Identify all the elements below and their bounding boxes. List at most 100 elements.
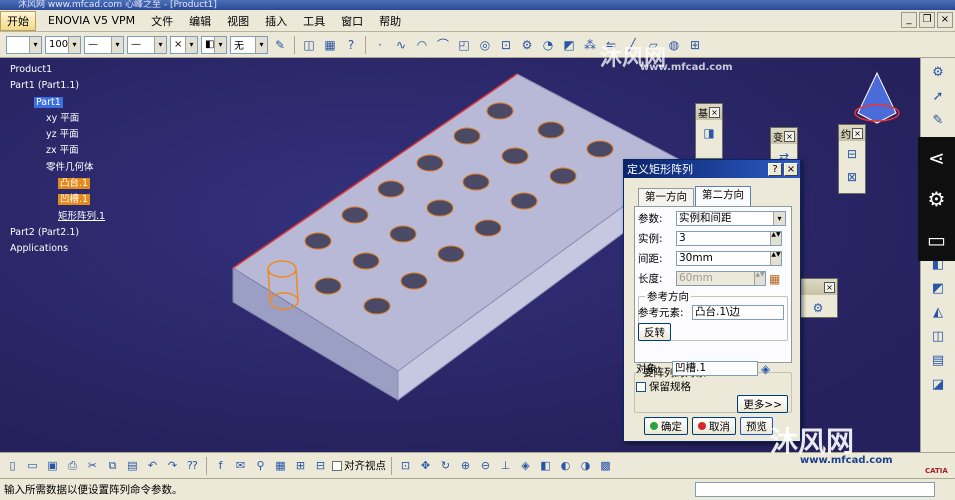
object-input[interactable]: 凹槽.1 [672,361,758,376]
tree-node-boss[interactable]: 凸台.1 [2,176,105,192]
pocket-icon[interactable]: ◰ [455,36,473,54]
spacing-input[interactable]: 30mm ▲▼ [676,251,782,266]
pattern-icon[interactable]: ⁂ [581,36,599,54]
dialog-close-button[interactable]: × [784,162,798,176]
params-select[interactable]: 实例和间距 ▾ [676,211,786,226]
point-icon[interactable]: · [371,36,389,54]
ok-button[interactable]: 确定 [644,417,688,435]
ref-elem-input[interactable]: 凸台.1\边 [692,305,784,320]
hyperlink-icon[interactable]: ⚲ [252,457,269,474]
hole-icon[interactable]: ◎ [476,36,494,54]
menu-window[interactable]: 窗口 [333,13,371,29]
palette-titlebar[interactable]: 变 × [771,128,797,144]
monitor-icon[interactable]: ▭ [927,228,946,252]
menu-enovia[interactable]: ENOVIA V5 VPM [40,14,143,27]
grid-icon[interactable]: ▦ [321,36,339,54]
cut-icon[interactable]: ✂ [84,457,101,474]
catalog-icon[interactable]: ▦ [272,457,289,474]
pan-icon[interactable]: ✥ [417,457,434,474]
paint-brush-icon[interactable]: ✎ [271,36,289,54]
publish-icon[interactable]: ⊟ [312,457,329,474]
menu-tools[interactable]: 工具 [295,13,333,29]
rotate-icon[interactable]: ↻ [437,457,454,474]
sweep-icon[interactable]: ⌒ [434,36,452,54]
redo-icon[interactable]: ↷ [164,457,181,474]
cancel-button[interactable]: 取消 [692,417,736,435]
tab-second-direction[interactable]: 第二方向 [695,186,751,206]
tree-node-applications[interactable]: Applications [2,241,105,257]
spinner-icon[interactable]: ▲▼ [770,252,781,265]
draft-icon[interactable]: ◭ [927,302,949,322]
save-icon[interactable]: ▣ [44,457,61,474]
minimize-button[interactable]: _ [901,12,917,28]
rib-icon[interactable]: ◩ [927,278,949,298]
palette-titlebar[interactable]: 基 × [696,104,722,120]
close-icon[interactable]: × [709,106,720,118]
copy-icon[interactable]: ⧉ [104,457,121,474]
checkbox-box[interactable] [332,460,342,471]
settings-icon[interactable]: ⚙ [927,62,949,82]
dimension-icon[interactable]: ⊠ [842,167,862,187]
share-icon[interactable]: ⋖ [928,146,945,170]
comment-icon[interactable]: ✉ [232,457,249,474]
close-icon[interactable]: × [784,130,795,142]
more-button[interactable]: 更多>> [737,395,788,413]
zoom-out-icon[interactable]: ⊖ [477,457,494,474]
color-select[interactable]: ▾ [6,35,42,54]
gear-icon[interactable]: ⚙ [928,187,946,211]
tree-node-product[interactable]: Product1 [2,62,105,78]
hide-show-icon[interactable]: ◐ [557,457,574,474]
measure-icon[interactable]: ⊞ [686,36,704,54]
render-style-select[interactable]: ◧ ▾ [201,35,227,54]
whats-this-icon[interactable]: ⁇ [184,457,201,474]
help-cursor-icon[interactable]: ? [342,36,360,54]
help-button[interactable]: ? [768,162,782,176]
transparency-select[interactable]: 100% ▾ [45,35,81,54]
zoom-in-icon[interactable]: ⊕ [457,457,474,474]
tree-node-yz-plane[interactable]: yz 平面 [2,127,105,143]
paste-icon[interactable]: ▤ [124,457,141,474]
layer-select[interactable]: 无 ▾ [230,35,268,54]
menu-file[interactable]: 文件 [143,13,181,29]
spinner-icon[interactable]: ▲▼ [770,232,781,245]
material-icon[interactable]: ▩ [597,457,614,474]
tab-first-direction[interactable]: 第一方向 [638,188,694,206]
start-menu[interactable]: 开始 [0,10,36,31]
tree-node-zx-plane[interactable]: zx 平面 [2,143,105,159]
close-icon[interactable]: × [852,127,863,139]
solid-icon[interactable]: ◨ [699,123,719,143]
menu-edit[interactable]: 编辑 [181,13,219,29]
keep-spec-checkbox[interactable]: 保留规格 [636,379,691,394]
tree-node-rect-pattern[interactable]: 矩形阵列.1 [2,209,105,225]
point-symbol-select[interactable]: × ▾ [170,35,198,54]
curve-icon[interactable]: ∿ [392,36,410,54]
surface-icon[interactable]: ◠ [413,36,431,54]
formula-f-icon[interactable]: f [212,457,229,474]
palette-titlebar[interactable]: × [799,279,837,295]
constraint-icon[interactable]: ⊟ [842,144,862,164]
align-view-checkbox[interactable]: 对齐视点 [332,458,386,473]
instances-input[interactable]: 3 ▲▼ [676,231,782,246]
cube-icon[interactable]: ◫ [300,36,318,54]
knowledge-icon[interactable]: ⊞ [292,457,309,474]
command-input[interactable] [695,482,935,497]
tree-node-part2-instance[interactable]: Part2 (Part2.1) [2,225,105,241]
analysis-icon[interactable]: ⚙ [808,298,828,318]
new-icon[interactable]: ▯ [4,457,21,474]
sketch-icon[interactable]: ✎ [927,110,949,130]
undo-icon[interactable]: ↶ [144,457,161,474]
shell-icon[interactable]: ◫ [927,326,949,346]
tree-node-part-body[interactable]: 零件几何体 [2,160,105,176]
menu-insert[interactable]: 插入 [257,13,295,29]
line-type-select[interactable]: — ▾ [127,35,167,54]
fillet-icon[interactable]: ◔ [539,36,557,54]
reverse-button[interactable]: 反转 [638,323,671,341]
chamfer-icon[interactable]: ◩ [560,36,578,54]
open-icon[interactable]: ▭ [24,457,41,474]
tree-node-part1-instance[interactable]: Part1 (Part1.1) [2,78,105,94]
palette-titlebar[interactable]: 约 × [839,125,865,141]
select-object-icon[interactable]: ◈ [761,362,770,376]
menu-help[interactable]: 帮助 [371,13,409,29]
close-button[interactable]: × [937,12,953,28]
split-icon[interactable]: ◪ [927,374,949,394]
